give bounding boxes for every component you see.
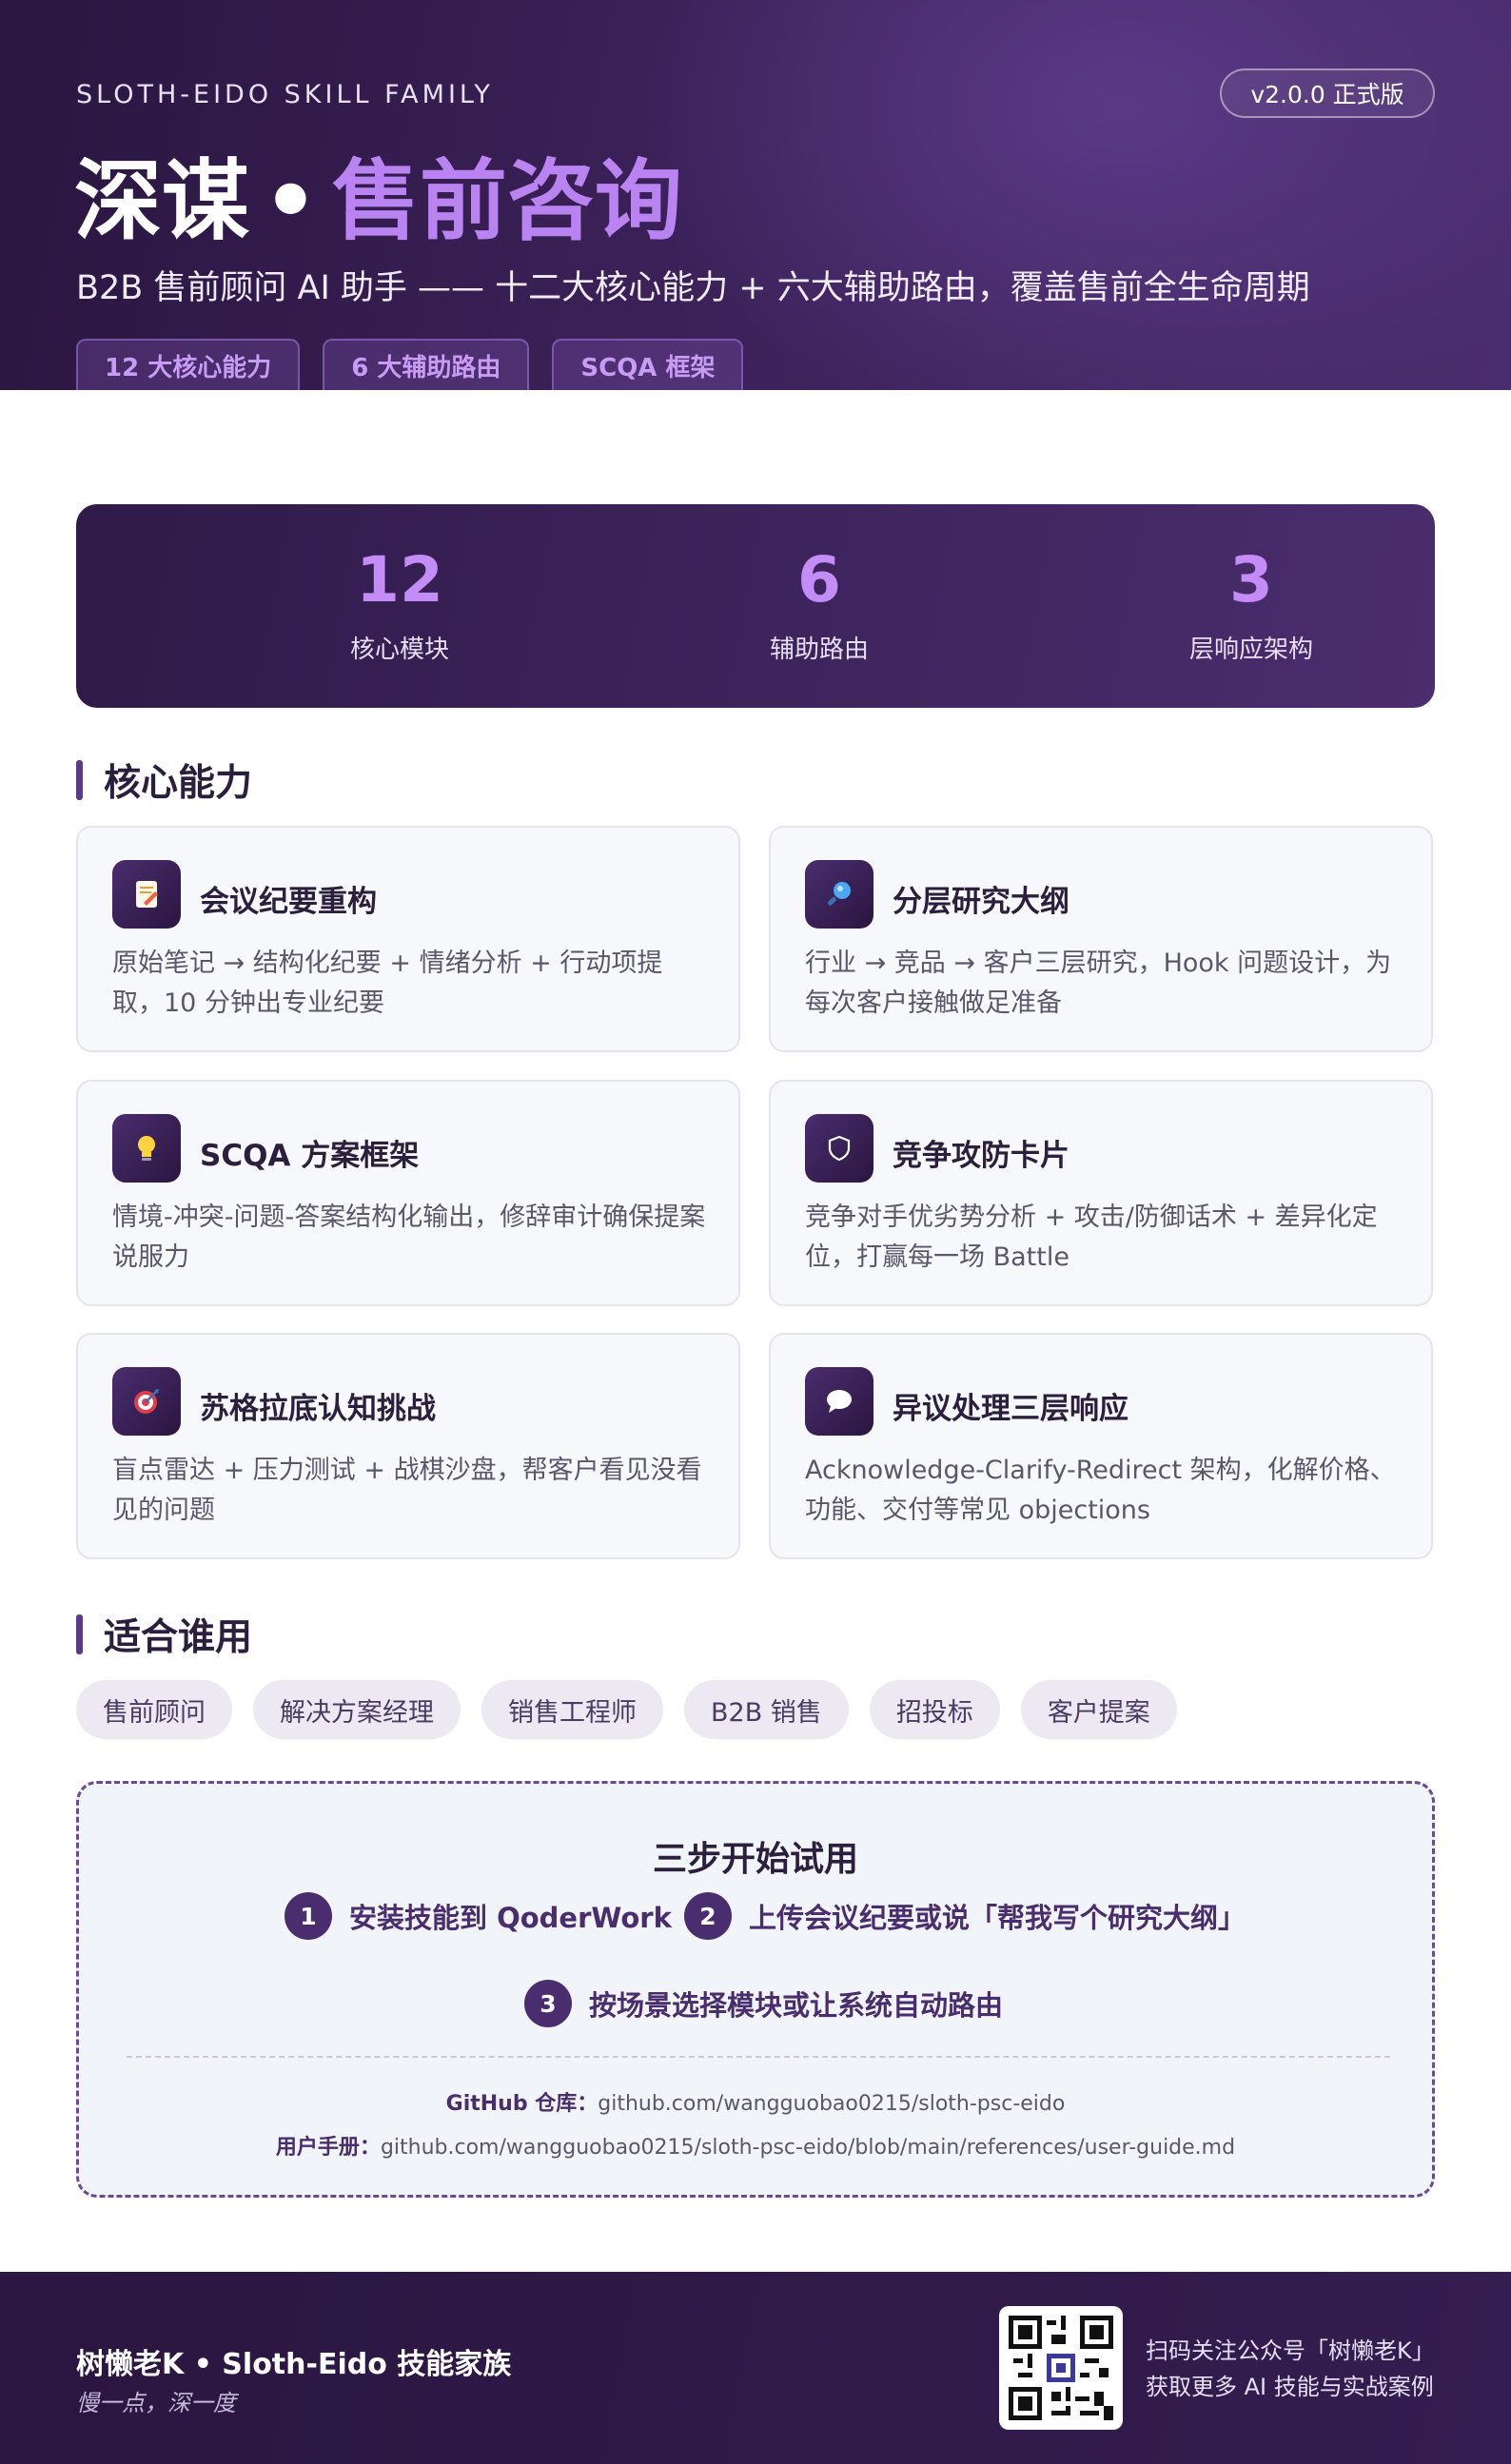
shield-icon [805, 1114, 873, 1183]
step-number: 2 [684, 1892, 732, 1940]
step-text: 上传会议纪要或说「帮我写个研究大纲」 [749, 1902, 1246, 1934]
title-main: 深谋 [74, 150, 250, 252]
card-description: 行业 → 竞品 → 客户三层研究，Hook 问题设计，为每次客户接触做足准备 [805, 948, 1392, 1018]
section-core-heading: 核心能力 [76, 753, 252, 807]
header-tags: 12 大核心能力 6 大辅助路由 SCQA 框架 [76, 339, 744, 390]
card-meeting-notes[interactable]: 会议纪要重构 原始笔记 → 结构化纪要 + 情绪分析 + 行动项提取，10 分钟… [76, 826, 740, 1052]
card-objection-handling[interactable]: 异议处理三层响应 Acknowledge-Clarify-Redirect 架构… [769, 1333, 1433, 1559]
section-accent-bar [76, 760, 83, 800]
hero-header: SLOTH-EIDO SKILL FAMILY v2.0.0 正式版 深谋 • 售前… [0, 0, 1511, 390]
magnifier-icon [805, 860, 873, 929]
trial-title: 三步开始试用 [652, 1840, 858, 1879]
card-socratic-challenge[interactable]: 苏格拉底认知挑战 盲点雷达 + 压力测试 + 战棋沙盘，帮客户看见没看见的问题 [76, 1333, 740, 1559]
card-description: 盲点雷达 + 压力测试 + 战棋沙盘，帮客户看见没看见的问题 [112, 1456, 702, 1525]
page-subtitle: B2B 售前顾问 AI 助手 —— 十二大核心能力 + 六大辅助路由，覆盖售前全… [76, 269, 1310, 307]
stats-panel: 12 核心模块 6 辅助路由 3 层响应架构 [76, 504, 1435, 708]
card-description: 情境-冲突-问题-答案结构化输出，修辞审计确保提案说服力 [112, 1203, 706, 1272]
version-badge: v2.0.0 正式版 [1220, 68, 1435, 118]
stat-label: 核心模块 [349, 636, 449, 664]
audience-pill: 售前顾问 [76, 1680, 232, 1739]
audience-pill: 销售工程师 [481, 1680, 663, 1739]
qr-code-icon [999, 2306, 1123, 2430]
audience-pill: 招投标 [869, 1680, 1000, 1739]
card-description: 原始笔记 → 结构化纪要 + 情绪分析 + 行动项提取，10 分钟出专业纪要 [112, 948, 663, 1018]
card-title: SCQA 方案框架 [200, 1139, 420, 1173]
section-title: 核心能力 [104, 762, 253, 805]
card-title: 分层研究大纲 [893, 885, 1069, 919]
stat-label: 辅助路由 [769, 636, 869, 664]
card-title: 异议处理三层响应 [893, 1392, 1128, 1426]
stat-layers: 3 层响应架构 [1109, 542, 1394, 665]
manual-link-line: 用户手册：github.com/wangguobao0215/sloth-psc… [79, 2130, 1432, 2161]
section-title: 适合谁用 [104, 1616, 253, 1659]
step-text: 按场景选择模块或让系统自动路由 [589, 1989, 1004, 2022]
step-text: 安装技能到 QoderWork [349, 1902, 672, 1934]
step-number: 3 [524, 1980, 572, 2027]
audience-pills: 售前顾问 解决方案经理 销售工程师 B2B 销售 招投标 客户提案 [76, 1680, 1177, 1739]
trial-divider [127, 2056, 1390, 2058]
trial-step-2: 2 上传会议纪要或说「帮我写个研究大纲」 [684, 1892, 1246, 1940]
trial-step-3: 3 按场景选择模块或让系统自动路由 [524, 1980, 1003, 2027]
tag-core: 12 大核心能力 [76, 339, 301, 390]
stat-label: 层响应架构 [1188, 636, 1313, 664]
stat-core-modules: 12 核心模块 [257, 542, 542, 665]
footer-brand: 树懒老K • Sloth-Eido 技能家族 [76, 2348, 512, 2381]
github-link-line: GitHub 仓库：github.com/wangguobao0215/slot… [79, 2086, 1432, 2117]
memo-icon [112, 860, 181, 929]
github-label: GitHub 仓库： [445, 2092, 599, 2116]
stat-value: 3 [1229, 543, 1273, 616]
manual-link[interactable]: github.com/wangguobao0215/sloth-psc-eido… [381, 2136, 1235, 2160]
tag-scqa: SCQA 框架 [552, 339, 744, 390]
card-scqa-framework[interactable]: SCQA 方案框架 情境-冲突-问题-答案结构化输出，修辞审计确保提案说服力 [76, 1080, 740, 1306]
card-description: Acknowledge-Clarify-Redirect 架构，化解价格、功能、… [805, 1456, 1396, 1525]
title-accent: 售前咨询 [331, 150, 682, 252]
target-icon [112, 1367, 181, 1436]
card-battle-card[interactable]: 竞争攻防卡片 竞争对手优劣势分析 + 攻击/防御话术 + 差异化定位，打赢每一场… [769, 1080, 1433, 1306]
stat-routes: 6 辅助路由 [677, 542, 962, 665]
github-link[interactable]: github.com/wangguobao0215/sloth-psc-eido [598, 2092, 1065, 2116]
card-research-outline[interactable]: 分层研究大纲 行业 → 竞品 → 客户三层研究，Hook 问题设计，为每次客户接… [769, 826, 1433, 1052]
card-title: 会议纪要重构 [200, 885, 377, 919]
footer: 树懒老K • Sloth-Eido 技能家族 慢一点，深一度 扫码关注公众号「树… [0, 2272, 1511, 2464]
family-label: SLOTH-EIDO SKILL FAMILY [76, 80, 494, 109]
audience-pill: B2B 销售 [684, 1680, 849, 1739]
speech-bubble-icon [805, 1367, 873, 1436]
step-number: 1 [285, 1892, 332, 1940]
page-title: 深谋 • 售前咨询 [74, 143, 682, 261]
footer-motto: 慢一点，深一度 [76, 2390, 236, 2416]
lightbulb-icon [112, 1114, 181, 1183]
tag-routes: 6 大辅助路由 [323, 339, 530, 390]
trial-step-1: 1 安装技能到 QoderWork [285, 1892, 672, 1940]
section-accent-bar [76, 1614, 83, 1654]
stat-value: 6 [797, 543, 841, 616]
section-audience-heading: 适合谁用 [76, 1608, 252, 1661]
qr-line-2: 获取更多 AI 技能与实战案例 [1146, 2374, 1434, 2400]
audience-pill: 客户提案 [1020, 1680, 1177, 1739]
manual-label: 用户手册： [275, 2136, 381, 2160]
trial-box: 三步开始试用 1 安装技能到 QoderWork 2 上传会议纪要或说「帮我写个… [76, 1781, 1435, 2198]
audience-pill: 解决方案经理 [253, 1680, 461, 1739]
qr-line-1: 扫码关注公众号「树懒老K」 [1146, 2337, 1435, 2364]
qr-call-to-action: 扫码关注公众号「树懒老K」 获取更多 AI 技能与实战案例 [1146, 2333, 1435, 2405]
card-title: 苏格拉底认知挑战 [200, 1392, 436, 1426]
card-title: 竞争攻防卡片 [893, 1139, 1069, 1173]
stat-value: 12 [356, 543, 443, 616]
card-description: 竞争对手优劣势分析 + 攻击/防御话术 + 差异化定位，打赢每一场 Battle [805, 1203, 1378, 1272]
title-separator: • [263, 150, 319, 252]
